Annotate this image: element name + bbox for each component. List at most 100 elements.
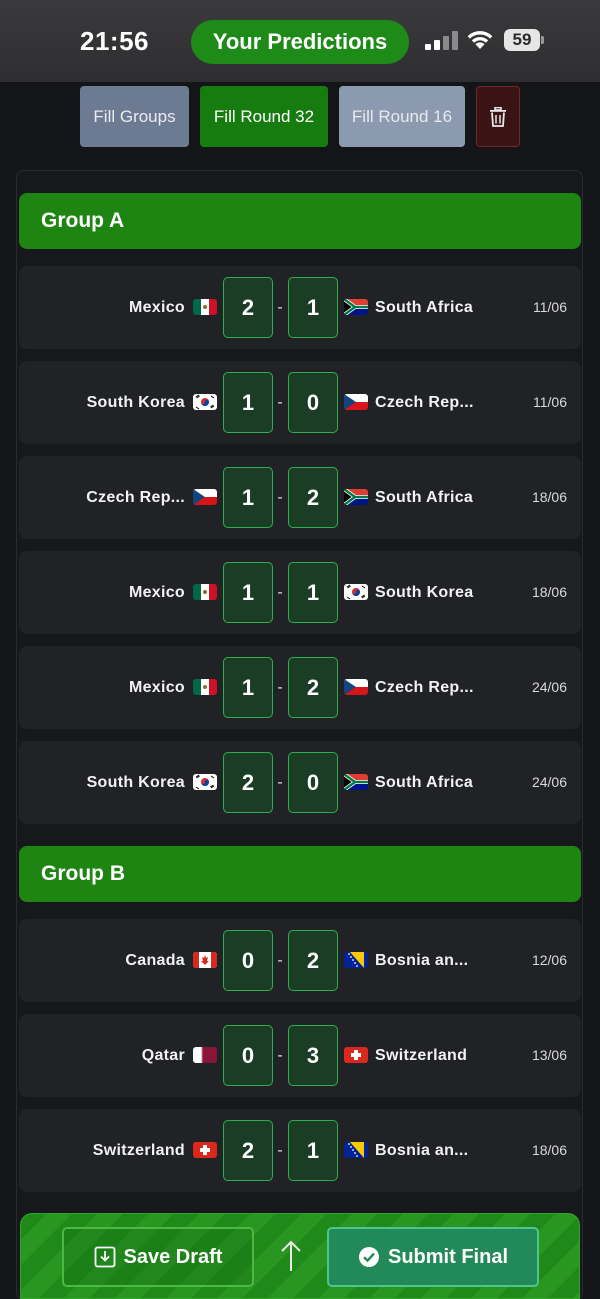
home-score-input[interactable]: 2 (223, 752, 273, 813)
battery-indicator: 59 (504, 29, 540, 51)
home-team-name: Czech Rep... (86, 489, 185, 506)
home-score-input[interactable]: 2 (223, 277, 273, 338)
away-score-input[interactable]: 1 (288, 277, 338, 338)
match-row: Qatar 0-3 Switzerland 13/06 (19, 1014, 581, 1097)
home-team-name: South Korea (86, 774, 185, 791)
away-score-input[interactable]: 1 (288, 562, 338, 623)
away-score-input[interactable]: 0 (288, 752, 338, 813)
score-separator: - (277, 489, 283, 506)
switzerland-flag-icon (193, 1142, 217, 1158)
home-team-name: Qatar (141, 1047, 185, 1064)
south-africa-flag-icon (344, 774, 368, 790)
delete-button[interactable] (476, 86, 520, 147)
away-team-name: South Africa (375, 299, 474, 316)
match-date: 18/06 (531, 489, 567, 505)
mexico-flag-icon (193, 584, 217, 600)
home-score-input[interactable]: 0 (223, 1025, 273, 1086)
home-team-name: Switzerland (92, 1142, 185, 1159)
page-title-label: Your Predictions (212, 29, 388, 54)
home-score-input[interactable]: 0 (223, 930, 273, 991)
scroll-top-button[interactable] (274, 1236, 308, 1276)
away-score-input[interactable]: 2 (288, 467, 338, 528)
cellular-signal-icon (425, 30, 459, 50)
home-score-input[interactable]: 1 (223, 467, 273, 528)
home-score-input[interactable]: 2 (223, 1120, 273, 1181)
status-time: 21:56 (80, 26, 149, 56)
score-separator: - (277, 394, 283, 411)
bosnia-flag-icon (344, 1142, 368, 1158)
away-score-input[interactable]: 0 (288, 372, 338, 433)
score-separator: - (277, 1047, 283, 1064)
wifi-icon (467, 31, 493, 49)
home-score-input[interactable]: 1 (223, 562, 273, 623)
fill-round16-button[interactable]: Fill Round 16 (339, 86, 465, 147)
match-row: Canada 0-2 Bosnia an... 12/06 (19, 919, 581, 1002)
arrow-up-icon (281, 1240, 301, 1271)
czech-flag-icon (344, 394, 368, 410)
home-score-input[interactable]: 1 (223, 372, 273, 433)
away-team-name: South Africa (375, 489, 474, 506)
south-korea-flag-icon (193, 774, 217, 790)
save-draft-label: Save Draft (123, 1245, 223, 1268)
match-row: Mexico 2-1 South Africa 11/06 (19, 266, 581, 349)
away-score-input[interactable]: 2 (288, 657, 338, 718)
status-bar: 21:56 Your Predictions 59 (0, 0, 600, 82)
away-score-input[interactable]: 2 (288, 930, 338, 991)
match-row: South Korea 2-0 South Africa 24/06 (19, 741, 581, 824)
page-title[interactable]: Your Predictions (191, 20, 409, 64)
match-date: 11/06 (533, 394, 567, 410)
home-team-name: Canada (125, 952, 185, 969)
home-team-name: South Korea (86, 394, 185, 411)
away-team-name: Switzerland (375, 1047, 468, 1064)
match-date: 13/06 (531, 1047, 567, 1063)
score-separator: - (277, 584, 283, 601)
download-icon (94, 1246, 115, 1268)
submit-final-label: Submit Final (388, 1245, 508, 1268)
battery-cap (541, 36, 544, 44)
away-team-name: South Africa (375, 774, 474, 791)
score-separator: - (277, 299, 283, 316)
away-score-input[interactable]: 3 (288, 1025, 338, 1086)
home-team-name: Mexico (128, 299, 185, 316)
away-score-input[interactable]: 1 (288, 1120, 338, 1181)
switzerland-flag-icon (344, 1047, 368, 1063)
score-separator: - (277, 679, 283, 696)
south-korea-flag-icon (344, 584, 368, 600)
away-team-name: South Korea (375, 584, 474, 601)
canada-flag-icon (193, 952, 217, 968)
fill-round32-button[interactable]: Fill Round 32 (200, 86, 328, 147)
home-team-name: Mexico (128, 679, 185, 696)
check-circle-icon (359, 1247, 379, 1267)
match-row: Czech Rep... 1-2 South Africa 18/06 (19, 456, 581, 539)
submit-final-button[interactable]: Submit Final (327, 1227, 539, 1287)
south-africa-flag-icon (344, 489, 368, 505)
away-team-name: Czech Rep... (375, 394, 474, 411)
mexico-flag-icon (193, 679, 217, 695)
score-separator: - (277, 1142, 283, 1159)
match-date: 24/06 (531, 774, 567, 790)
qatar-flag-icon (193, 1047, 217, 1063)
match-row: South Korea 1-0 Czech Rep... 11/06 (19, 361, 581, 444)
south-korea-flag-icon (193, 394, 217, 410)
match-row: Mexico 1-1 South Korea 18/06 (19, 551, 581, 634)
score-separator: - (277, 952, 283, 969)
match-date: 18/06 (531, 1142, 567, 1158)
south-africa-flag-icon (344, 299, 368, 315)
home-team-name: Mexico (128, 584, 185, 601)
match-date: 11/06 (533, 299, 567, 315)
czech-flag-icon (344, 679, 368, 695)
predictions-card: Group A Mexico 2-1 South Africa 11/06 South K… (16, 170, 583, 1299)
score-separator: - (277, 774, 283, 791)
save-draft-button[interactable]: Save Draft (62, 1227, 254, 1287)
match-row: Switzerland 2-1 Bosnia an... 18/06 (19, 1109, 581, 1192)
away-team-name: Czech Rep... (375, 679, 474, 696)
fill-groups-button[interactable]: Fill Groups (80, 86, 189, 147)
home-score-input[interactable]: 1 (223, 657, 273, 718)
mexico-flag-icon (193, 299, 217, 315)
czech-flag-icon (193, 489, 217, 505)
away-team-name: Bosnia an... (375, 952, 469, 969)
match-date: 18/06 (531, 584, 567, 600)
group-header: Group A (19, 193, 581, 249)
match-row: Mexico 1-2 Czech Rep... 24/06 (19, 646, 581, 729)
match-date: 24/06 (531, 679, 567, 695)
